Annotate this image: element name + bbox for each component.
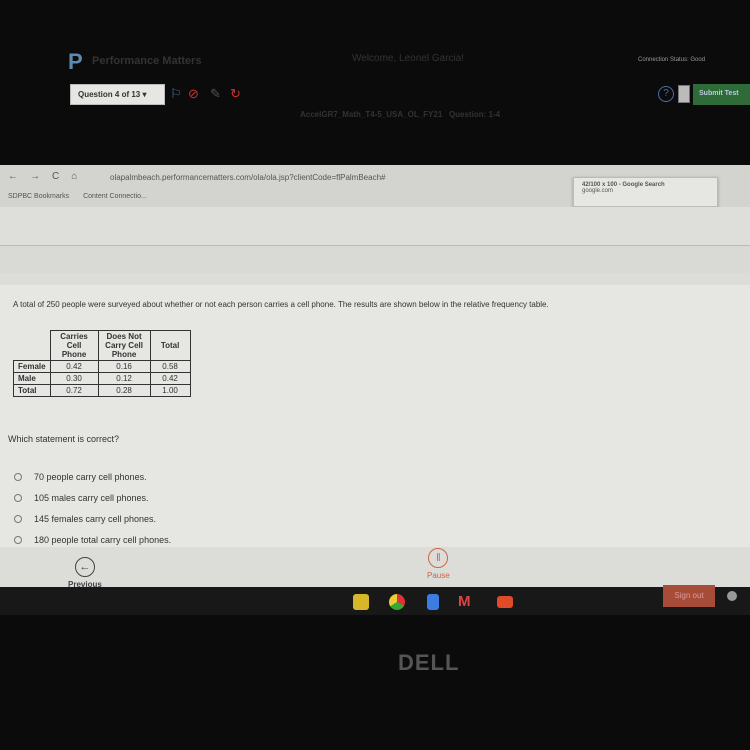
- col-header: Does Not Carry Cell Phone: [97, 330, 151, 361]
- logo-icon: P: [68, 49, 83, 74]
- option-label: 105 males carry cell phones.: [34, 493, 149, 503]
- pause-button[interactable]: ‖ Pause: [427, 548, 450, 580]
- question-prompt: A total of 250 people were surveyed abou…: [13, 300, 549, 309]
- arrow-left-icon: ←: [74, 557, 95, 577]
- question-select[interactable]: Question 4 of 13 ▾: [70, 84, 165, 105]
- search-suggestion[interactable]: 42/100 x 100 - Google Search google.com: [573, 177, 718, 207]
- home-icon[interactable]: ⌂: [71, 171, 77, 182]
- table-row: Total 0.72 0.28 1.00: [13, 384, 191, 397]
- content-area: [0, 285, 750, 547]
- row-label: Male: [13, 372, 51, 385]
- option-label: 180 people total carry cell phones.: [34, 535, 172, 545]
- option-label: 145 females carry cell phones.: [34, 514, 157, 524]
- taskbar: [0, 587, 750, 615]
- reset-icon[interactable]: ↻: [230, 86, 241, 102]
- help-button[interactable]: ?: [658, 86, 674, 102]
- cell: 0.42: [49, 360, 99, 373]
- previous-button[interactable]: ← Previous: [68, 557, 102, 589]
- cell: 0.30: [49, 372, 99, 385]
- flag-icon[interactable]: ⚐: [170, 86, 182, 102]
- col-header: Total: [149, 330, 191, 361]
- bookmark-content[interactable]: Content Connectio...: [83, 193, 147, 200]
- nav-buttons: ← → C ⌂: [8, 171, 77, 182]
- answer-option[interactable]: 145 females carry cell phones.: [14, 514, 156, 524]
- frequency-table: Carries Cell Phone Does Not Carry Cell P…: [13, 330, 191, 397]
- pause-icon: ‖: [428, 548, 449, 568]
- eliminate-icon[interactable]: ⊘: [188, 86, 199, 102]
- radio-button[interactable]: [14, 536, 22, 544]
- bookmark-sdpbc[interactable]: SDPBC Bookmarks: [8, 193, 69, 200]
- dell-logo: DELL: [398, 650, 460, 675]
- back-icon[interactable]: ←: [8, 171, 18, 182]
- col-header: Carries Cell Phone: [49, 330, 99, 361]
- table-row: Male 0.30 0.12 0.42: [13, 372, 191, 385]
- calculator-icon[interactable]: [678, 85, 690, 103]
- option-label: 70 people carry cell phones.: [34, 472, 147, 482]
- cell: 0.12: [97, 372, 151, 385]
- submit-test-button[interactable]: Submit Test: [693, 84, 750, 105]
- brand-name: Performance Matters: [92, 55, 202, 67]
- radio-button[interactable]: [14, 494, 22, 502]
- connection-status: Connection Status: Good: [638, 57, 706, 63]
- question-text: Which statement is correct?: [8, 434, 120, 444]
- cell: 0.16: [97, 360, 151, 373]
- answer-option[interactable]: 180 people total carry cell phones.: [14, 535, 171, 545]
- cell: 0.42: [149, 372, 191, 385]
- test-title: AccelGR7_Math_T4-5_USA_OL_FY21 Question:…: [300, 110, 501, 119]
- browser-chrome: ← → C ⌂ olapalmbeach.performancematters.com…: [0, 165, 750, 207]
- radio-button[interactable]: [14, 515, 22, 523]
- sign-out-button[interactable]: Sign out: [663, 585, 715, 607]
- app-header: [0, 207, 750, 245]
- address-bar[interactable]: olapalmbeach.performancematters.com/ola/…: [110, 173, 385, 182]
- gmail-icon[interactable]: M: [458, 594, 474, 610]
- status-icon[interactable]: [727, 591, 737, 601]
- cell: 0.72: [49, 384, 99, 397]
- row-label: Total: [13, 384, 51, 397]
- cell: 1.00: [149, 384, 191, 397]
- classroom-icon[interactable]: [353, 594, 369, 610]
- table-corner: [14, 331, 51, 361]
- pause-label: Pause: [427, 571, 450, 580]
- answer-option[interactable]: 105 males carry cell phones.: [14, 493, 149, 503]
- forward-icon[interactable]: →: [30, 171, 40, 182]
- table-row: Female 0.42 0.16 0.58: [13, 360, 191, 373]
- table-header-row: Carries Cell Phone Does Not Carry Cell P…: [14, 330, 191, 361]
- chrome-icon[interactable]: [389, 594, 405, 610]
- answer-option[interactable]: 70 people carry cell phones.: [14, 472, 147, 482]
- radio-button[interactable]: [14, 473, 22, 481]
- suggestion-url: google.com: [582, 188, 614, 194]
- welcome-text: Welcome, Leonel Garcia!: [352, 53, 465, 64]
- pencil-icon[interactable]: ✎: [210, 86, 221, 102]
- cell: 0.28: [97, 384, 151, 397]
- cell: 0.58: [149, 360, 191, 373]
- bookmarks-bar: SDPBC Bookmarks Content Connectio...: [8, 193, 147, 200]
- row-label: Female: [13, 360, 51, 373]
- youtube-icon[interactable]: [497, 596, 513, 608]
- docs-icon[interactable]: [427, 594, 439, 610]
- reload-icon[interactable]: C: [52, 171, 59, 182]
- toolbar: [0, 245, 750, 273]
